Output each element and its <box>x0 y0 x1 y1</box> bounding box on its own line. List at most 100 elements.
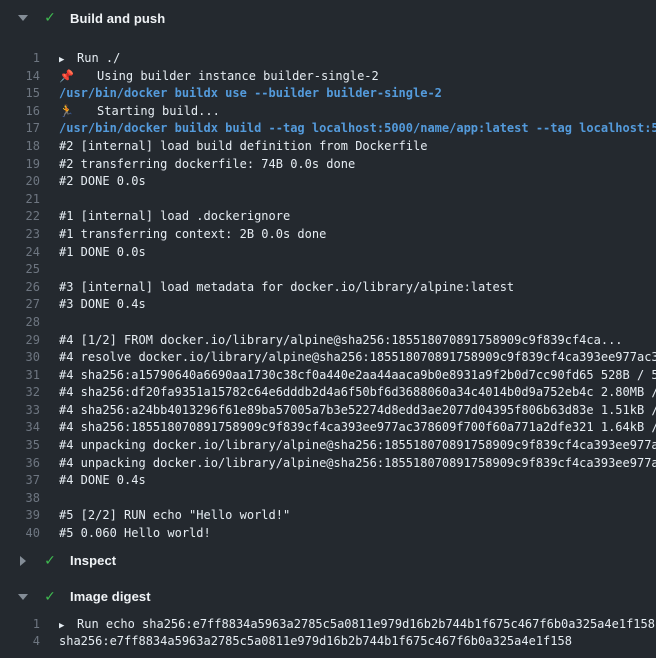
line-text: 🏃Starting build... <box>59 103 220 121</box>
line-number[interactable]: 37 <box>0 472 40 490</box>
line-number[interactable]: 1 <box>0 616 40 634</box>
line-number[interactable]: 4 <box>0 633 40 651</box>
log-line: 14 📌Using builder instance builder-single… <box>0 68 656 86</box>
log-line: 1 ▶Run ./ <box>0 50 656 68</box>
log-lines: 1 ▶Run ./ 14 📌Using builder instance builde… <box>0 50 656 543</box>
line-number[interactable]: 25 <box>0 261 40 279</box>
line-number[interactable]: 31 <box>0 367 40 385</box>
line-number[interactable]: 32 <box>0 384 40 402</box>
line-text: #5 0.060 Hello world! <box>59 525 211 543</box>
step-build-and-push: ✓ Build and push 1 ▶Run ./ 14 📌Using builde… <box>0 7 656 543</box>
log-line: 30 #4 resolve docker.io/library/alpine@sh… <box>0 349 656 367</box>
step-title: Image digest <box>70 589 151 604</box>
line-text: #4 [1/2] FROM docker.io/library/alpine@s… <box>59 332 623 350</box>
line-text: #1 transferring context: 2B 0.0s done <box>59 226 326 244</box>
line-number[interactable]: 22 <box>0 208 40 226</box>
chevron-down-icon[interactable] <box>17 594 29 600</box>
line-number[interactable]: 1 <box>0 50 40 68</box>
line-number[interactable]: 40 <box>0 525 40 543</box>
step-header-image-digest[interactable]: ✓ Image digest <box>0 586 656 608</box>
log-line: 36#4 unpacking docker.io/library/alpine@… <box>0 455 656 473</box>
workflow-log-viewer: ✓ Build and push 1▶Run ./14📌Using builde… <box>0 0 656 658</box>
line-text: #4 DONE 0.4s <box>59 472 146 490</box>
line-number[interactable]: 36 <box>0 455 40 473</box>
line-text: #2 DONE 0.0s <box>59 173 146 191</box>
log-line: 18#2 [internal] load build definition fr… <box>0 138 656 156</box>
step-header-build-and-push[interactable]: ✓ Build and push <box>0 7 656 29</box>
line-number[interactable]: 29 <box>0 332 40 350</box>
line-number[interactable]: 21 <box>0 191 40 209</box>
line-text: /usr/bin/docker buildx build --tag local… <box>59 120 656 138</box>
success-check-icon: ✓ <box>42 590 58 604</box>
line-text: #4 sha256:a15790640a6690aa1730c38cf0a440… <box>59 367 656 385</box>
step-header-inspect[interactable]: ✓ Inspect <box>0 550 656 572</box>
log-line: 33#4 sha256:a24bb4013296f61e89ba57005a7b… <box>0 402 656 420</box>
line-text: sha256:e7ff8834a5963a2785c5a0811e979d16b… <box>59 633 572 651</box>
run-expand-icon[interactable]: ▶ <box>59 618 77 634</box>
log-line: 27#3 DONE 0.4s <box>0 296 656 314</box>
step-title: Build and push <box>70 11 165 26</box>
line-number[interactable]: 30 <box>0 349 40 367</box>
line-number[interactable]: 18 <box>0 138 40 156</box>
line-text: ▶Run echo sha256:e7ff8834a5963a2785c5a08… <box>59 616 655 634</box>
log-line: 26#3 [internal] load metadata for docker… <box>0 279 656 297</box>
line-text: /usr/bin/docker buildx use --builder bui… <box>59 85 442 103</box>
success-check-icon: ✓ <box>42 554 58 568</box>
log-line: 28 <box>0 314 656 332</box>
line-number[interactable]: 34 <box>0 419 40 437</box>
log-line: 37 #4 DONE 0.4s <box>0 472 656 490</box>
line-number[interactable]: 38 <box>0 490 40 508</box>
log-line: 31 #4 sha256:a15790640a6690aa1730c38cf0a4… <box>0 367 656 385</box>
line-number[interactable]: 14 <box>0 68 40 86</box>
line-number[interactable]: 35 <box>0 437 40 455</box>
log-line: 23 #1 transferring context: 2B 0.0s done <box>0 226 656 244</box>
line-number[interactable]: 33 <box>0 402 40 420</box>
log-line: 39 #5 [2/2] RUN echo "Hello world!" <box>0 507 656 525</box>
line-number[interactable]: 20 <box>0 173 40 191</box>
line-text: #5 [2/2] RUN echo "Hello world!" <box>59 507 290 525</box>
line-text: ▶Run ./ <box>59 50 120 68</box>
log-line: 22 #1 [internal] load .dockerignore <box>0 208 656 226</box>
line-text: #4 resolve docker.io/library/alpine@sha2… <box>59 349 656 367</box>
log-line: 15/usr/bin/docker buildx use --builder b… <box>0 85 656 103</box>
log-line: 21 <box>0 191 656 209</box>
chevron-down-icon[interactable] <box>17 15 29 21</box>
line-number[interactable]: 17 <box>0 120 40 138</box>
log-lines: 1 ▶Run echo sha256:e7ff8834a5963a2785c5a0… <box>0 616 656 651</box>
log-line: 16 🏃Starting build... <box>0 103 656 121</box>
line-number[interactable]: 26 <box>0 279 40 297</box>
log-line: 4 sha256:e7ff8834a5963a2785c5a0811e979d16… <box>0 633 656 651</box>
step-inspect: ✓ Inspect <box>0 550 656 572</box>
log-line: 35 #4 unpacking docker.io/library/alpine@… <box>0 437 656 455</box>
log-line: 20 #2 DONE 0.0s <box>0 173 656 191</box>
log-line: 1 ▶Run echo sha256:e7ff8834a5963a2785c5a0… <box>0 616 656 634</box>
line-number[interactable]: 27 <box>0 296 40 314</box>
line-number[interactable]: 15 <box>0 85 40 103</box>
log-line: 17/usr/bin/docker buildx build --tag loc… <box>0 120 656 138</box>
log-line: 32 #4 sha256:df20fa9351a15782c64e6dddb2d4… <box>0 384 656 402</box>
log-line: 29 #4 [1/2] FROM docker.io/library/alpine… <box>0 332 656 350</box>
line-number[interactable]: 16 <box>0 103 40 121</box>
line-number[interactable]: 24 <box>0 244 40 262</box>
run-expand-icon[interactable]: ▶ <box>59 52 77 68</box>
runner-icon: 🏃 <box>59 103 97 121</box>
log-line: 25 <box>0 261 656 279</box>
step-image-digest: ✓ Image digest 1 ▶Run echo sha256:e7ff883… <box>0 586 656 651</box>
line-text: #4 sha256:185518070891758909c9f839cf4ca3… <box>59 419 656 437</box>
line-number[interactable]: 28 <box>0 314 40 332</box>
step-title: Inspect <box>70 553 116 568</box>
line-text: #2 transferring dockerfile: 74B 0.0s don… <box>59 156 355 174</box>
log-line: 24#1 DONE 0.0s <box>0 244 656 262</box>
chevron-right-icon[interactable] <box>17 556 29 566</box>
line-number[interactable]: 39 <box>0 507 40 525</box>
line-text: #4 unpacking docker.io/library/alpine@sh… <box>59 437 656 455</box>
pushpin-icon: 📌 <box>59 68 97 86</box>
line-number[interactable]: 23 <box>0 226 40 244</box>
line-text: #1 [internal] load .dockerignore <box>59 208 290 226</box>
log-line: 34 #4 sha256:185518070891758909c9f839cf4c… <box>0 419 656 437</box>
line-text: 📌Using builder instance builder-single-2 <box>59 68 379 86</box>
line-text: #4 sha256:df20fa9351a15782c64e6dddb2d4a6… <box>59 384 656 402</box>
log-line: 38 <box>0 490 656 508</box>
line-number[interactable]: 19 <box>0 156 40 174</box>
success-check-icon: ✓ <box>42 11 58 25</box>
